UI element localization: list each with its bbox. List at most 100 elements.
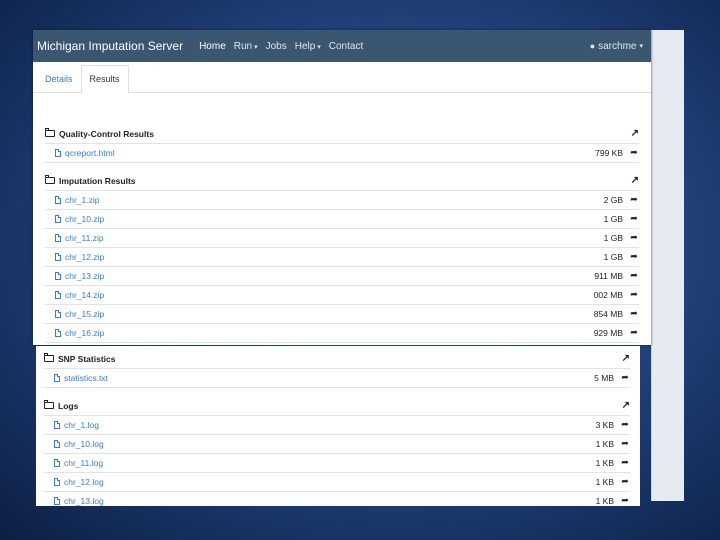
share-arrow-icon[interactable]: ➦	[629, 194, 639, 205]
share-arrow-icon[interactable]: ➦	[629, 232, 639, 243]
file-row: chr_13.log 1 KB ➦	[44, 491, 630, 506]
file-link[interactable]: statistics.txt	[64, 373, 594, 383]
file-size: 2 GB	[603, 194, 623, 205]
background-panel-strip	[651, 30, 684, 501]
file-link[interactable]: chr_11.log	[64, 458, 596, 468]
file-icon	[54, 477, 60, 486]
share-arrow-icon[interactable]: ➦	[620, 372, 630, 383]
file-row: chr_1.log 3 KB ➦	[44, 415, 630, 435]
file-icon	[55, 328, 61, 337]
share-arrow-icon[interactable]: ➦	[629, 251, 639, 262]
share-arrow-icon[interactable]: ➦	[620, 438, 630, 449]
file-row: chr_12.zip 1 GB ➦	[45, 247, 639, 267]
file-row: chr_10.zip 1 GB ➦	[45, 209, 639, 229]
file-size: 1 KB	[595, 495, 614, 506]
file-size: 1 KB	[595, 438, 614, 449]
file-link[interactable]: chr_12.log	[64, 477, 596, 487]
folder-open-icon	[44, 353, 54, 362]
file-link[interactable]: chr_10.log	[64, 439, 596, 449]
tab-details[interactable]: Details	[37, 66, 81, 92]
file-row: chr_14.zip 002 MB ➦	[45, 285, 639, 305]
file-size: 1 GB	[603, 251, 623, 262]
share-icon[interactable]: ↗	[622, 400, 630, 411]
share-arrow-icon[interactable]: ➦	[629, 327, 639, 338]
file-link[interactable]: chr_10.zip	[65, 214, 604, 224]
file-size: 854 MB	[593, 308, 623, 319]
top-navbar: Michigan Imputation Server Home Run Jobs…	[33, 30, 651, 62]
file-link[interactable]: chr_16.zip	[65, 328, 594, 338]
user-name: sarchme	[598, 40, 637, 52]
share-icon[interactable]: ↗	[631, 175, 639, 186]
file-icon	[55, 214, 61, 223]
share-arrow-icon[interactable]: ➦	[620, 457, 630, 468]
file-icon	[55, 271, 61, 280]
file-link[interactable]: chr_12.zip	[65, 252, 604, 262]
file-icon	[55, 309, 61, 318]
section-title: Imputation Results	[59, 175, 136, 186]
file-row: chr_10.log 1 KB ➦	[44, 434, 630, 454]
section-header-quality-control: Quality-Control Results ↗	[45, 124, 639, 144]
share-arrow-icon[interactable]: ➦	[629, 213, 639, 224]
share-arrow-icon[interactable]: ➦	[629, 147, 639, 158]
file-icon	[55, 252, 61, 261]
nav-run[interactable]: Run	[234, 41, 258, 52]
file-icon	[54, 458, 60, 467]
results-page-bottom: SNP Statistics ↗ statistics.txt 5 MB ➦ L…	[36, 346, 640, 506]
file-link[interactable]: chr_11.zip	[65, 233, 604, 243]
file-icon	[55, 233, 61, 242]
nav-home[interactable]: Home	[199, 41, 226, 52]
nav-help[interactable]: Help	[295, 41, 321, 52]
folder-open-icon	[44, 400, 54, 409]
share-arrow-icon[interactable]: ➦	[629, 289, 639, 300]
share-arrow-icon[interactable]: ➦	[629, 270, 639, 281]
file-row: chr_16.zip 929 MB ➦	[45, 323, 639, 343]
file-link[interactable]: qcreport.html	[65, 148, 595, 158]
file-link[interactable]: chr_15.zip	[65, 309, 594, 319]
file-link[interactable]: chr_1.log	[64, 420, 596, 430]
share-icon[interactable]: ↗	[622, 353, 630, 364]
file-row: chr_12.log 1 KB ➦	[44, 472, 630, 492]
section-header-imputation: Imputation Results ↗	[45, 171, 639, 191]
file-row: chr_11.log 1 KB ➦	[44, 453, 630, 473]
file-icon	[54, 439, 60, 448]
file-link[interactable]: chr_13.log	[64, 496, 596, 506]
file-size: 1 GB	[603, 213, 623, 224]
section-header-logs: Logs ↗	[44, 396, 630, 416]
share-arrow-icon[interactable]: ➦	[620, 476, 630, 487]
file-row: statistics.txt 5 MB ➦	[44, 368, 630, 388]
section-header-snp-statistics: SNP Statistics ↗	[44, 349, 630, 369]
file-link[interactable]: chr_14.zip	[65, 290, 594, 300]
file-link[interactable]: chr_1.zip	[65, 195, 604, 205]
folder-open-icon	[45, 175, 55, 184]
section-title: Logs	[58, 400, 79, 411]
user-menu[interactable]: ● sarchme	[590, 41, 643, 52]
folder-open-icon	[45, 128, 55, 137]
nav-jobs[interactable]: Jobs	[266, 41, 287, 52]
file-icon	[54, 373, 60, 382]
share-arrow-icon[interactable]: ➦	[620, 495, 630, 506]
nav-contact[interactable]: Contact	[329, 41, 363, 52]
share-arrow-icon[interactable]: ➦	[629, 308, 639, 319]
tab-results[interactable]: Results	[80, 65, 129, 93]
file-size: 002 MB	[593, 289, 623, 300]
file-size: 929 MB	[593, 327, 623, 338]
user-icon: ●	[589, 41, 596, 51]
share-icon[interactable]: ↗	[631, 128, 639, 139]
results-page-top: Michigan Imputation Server Home Run Jobs…	[33, 30, 651, 345]
file-size: 1 KB	[595, 476, 614, 487]
file-row: qcreport.html 799 KB ➦	[45, 143, 639, 163]
section-title: SNP Statistics	[58, 353, 116, 364]
file-size: 3 KB	[595, 419, 614, 430]
file-size: 1 KB	[595, 457, 614, 468]
file-icon	[54, 420, 60, 429]
file-icon	[54, 496, 60, 505]
file-row: chr_15.zip 854 MB ➦	[45, 304, 639, 324]
section-title: Quality-Control Results	[59, 128, 154, 139]
file-row: chr_11.zip 1 GB ➦	[45, 228, 639, 248]
share-arrow-icon[interactable]: ➦	[620, 419, 630, 430]
job-tabs: Details Results	[33, 62, 651, 93]
brand-link[interactable]: Michigan Imputation Server	[37, 39, 183, 53]
file-icon	[55, 148, 61, 157]
file-size: 1 GB	[603, 232, 623, 243]
file-link[interactable]: chr_13.zip	[65, 271, 594, 281]
